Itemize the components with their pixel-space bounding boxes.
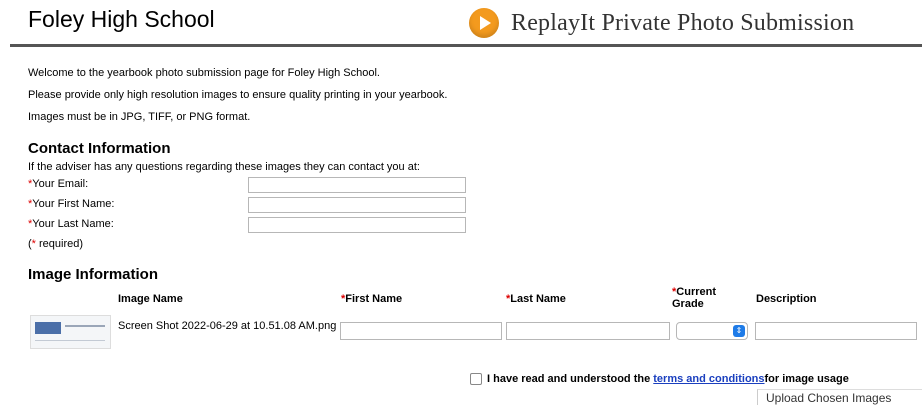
thumbnail-graphic [35,340,105,341]
grade-select[interactable]: ⇕ [676,322,748,340]
row-description-input[interactable] [755,322,917,340]
intro-line-3: Images must be in JPG, TIFF, or PNG form… [28,111,251,123]
col-grade-line1: Current [676,286,717,298]
select-arrows-icon: ⇕ [733,325,745,337]
col-last-name: *Last Name [506,293,566,305]
first-name-label: *Your First Name: [28,198,114,210]
first-name-field[interactable] [248,197,466,213]
col-description: Description [756,293,817,305]
contact-subtext: If the adviser has any questions regardi… [28,161,420,173]
row-first-name-input[interactable] [340,322,502,340]
intro-line-2: Please provide only high resolution imag… [28,89,448,101]
col-current-grade: *Current Grade [672,286,716,310]
terms-checkbox[interactable] [470,373,482,385]
email-label: *Your Email: [28,178,88,190]
header-divider [10,44,922,47]
thumbnail-graphic [65,325,105,327]
first-name-label-text: Your First Name: [32,198,115,210]
terms-link[interactable]: terms and conditions [653,373,764,385]
contact-heading: Contact Information [28,140,171,157]
required-note-text: required) [35,238,84,250]
brand-title: ReplayIt Private Photo Submission [511,9,855,36]
terms-agreement: I have read and understood the terms and… [470,373,849,385]
col-first-name-text: First Name [345,293,403,305]
image-file-name: Screen Shot 2022-06-29 at 10.51.08 AM.pn… [118,320,337,332]
intro-line-1: Welcome to the yearbook photo submission… [28,67,380,79]
page-header: Foley High School ReplayIt Private Photo… [0,0,922,44]
email-label-text: Your Email: [32,178,89,190]
terms-prefix: I have read and understood the [487,373,651,385]
col-image-name: Image Name [118,293,183,305]
last-name-field[interactable] [248,217,466,233]
play-icon [469,8,499,38]
last-name-label: *Your Last Name: [28,218,114,230]
school-name: Foley High School [28,6,215,32]
col-first-name: *First Name [341,293,402,305]
email-field[interactable] [248,177,466,193]
image-thumbnail [30,315,111,349]
last-name-label-text: Your Last Name: [32,218,114,230]
col-last-name-text: Last Name [510,293,566,305]
required-note: (* required) [28,238,83,250]
col-grade-line2: Grade [672,298,704,310]
thumbnail-graphic [35,322,61,334]
terms-suffix: for image usage [764,373,849,385]
image-info-heading: Image Information [28,266,159,283]
row-last-name-input[interactable] [506,322,670,340]
brand: ReplayIt Private Photo Submission [469,8,854,38]
